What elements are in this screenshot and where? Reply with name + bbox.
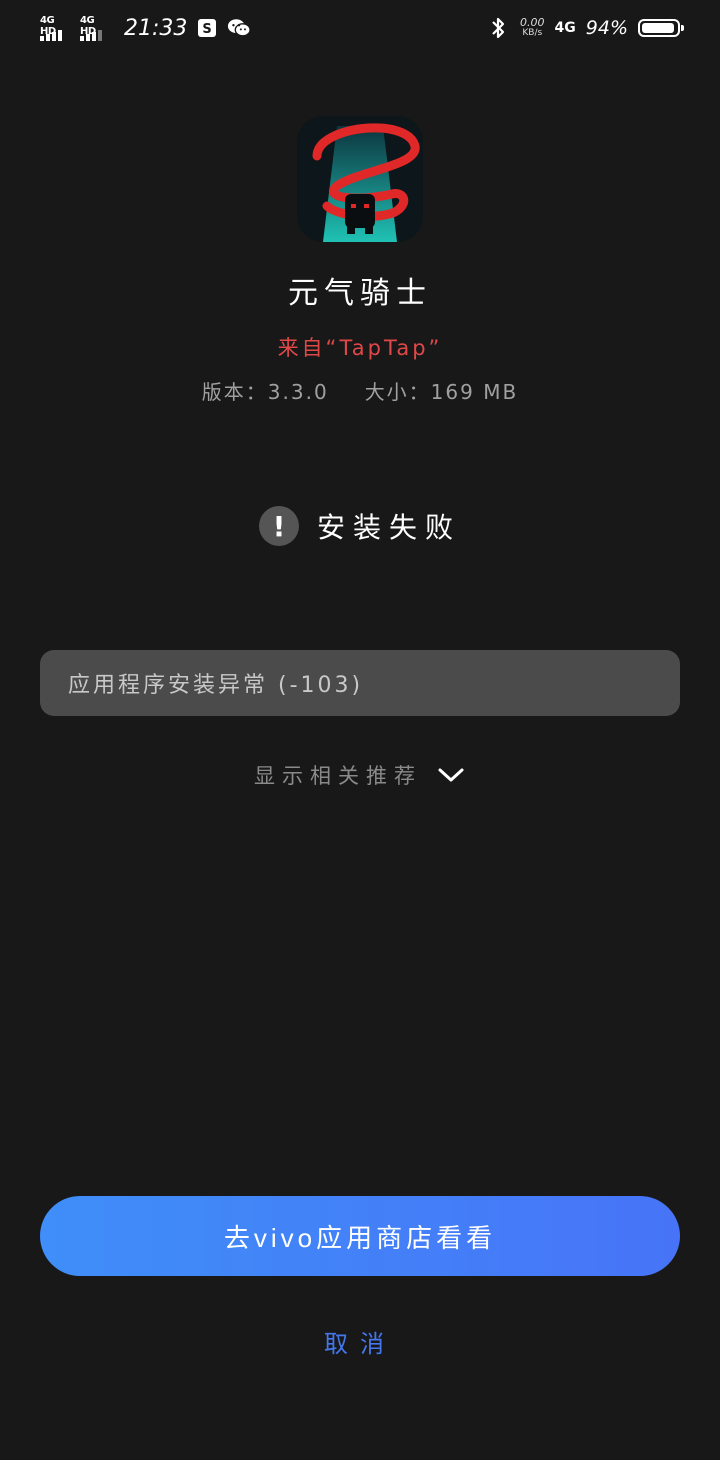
- show-recommendations-label: 显示相关推荐: [254, 764, 422, 788]
- app-size: 大小：169 MB: [364, 380, 519, 404]
- app-source: 来自“TapTap”: [277, 336, 443, 360]
- error-message: 应用程序安装异常 (-103): [68, 673, 364, 698]
- signal-icon: 4G HD: [80, 15, 112, 41]
- battery-percent: 94%: [585, 17, 628, 39]
- install-status: ! 安装失败: [0, 506, 720, 546]
- network-speed-value: 0.00: [520, 16, 545, 29]
- status-bar-right: 0.00 KB/s 4G 94%: [486, 12, 684, 44]
- network-speed-unit: KB/s: [522, 28, 543, 38]
- chevron-down-icon: [436, 760, 466, 790]
- network-speed: 0.00 KB/s: [520, 17, 545, 39]
- network-type: 4G: [554, 20, 576, 36]
- go-to-app-store-button[interactable]: 去vivo应用商店看看: [40, 1196, 680, 1276]
- status-bar-left: 4G HD 4G HD 21:33 S: [40, 12, 252, 44]
- bluetooth-icon: [486, 16, 510, 40]
- notification-app-icon: S: [195, 16, 219, 40]
- svg-text:S: S: [203, 22, 212, 37]
- exclamation-icon: !: [258, 506, 299, 546]
- status-bar: 4G HD 4G HD 21:33 S 0.00 KB/s 4G 94%: [0, 0, 720, 56]
- cancel-button[interactable]: 取消: [0, 1324, 720, 1359]
- battery-icon: [638, 19, 684, 37]
- app-name: 元气骑士: [288, 276, 432, 311]
- wechat-icon: [227, 16, 252, 40]
- app-meta: 版本：3.3.0 大小：169 MB: [0, 376, 720, 405]
- app-icon: [297, 116, 423, 242]
- signal-icon: 4G HD: [40, 15, 72, 41]
- install-status-text: 安装失败: [316, 511, 461, 544]
- show-recommendations-toggle[interactable]: 显示相关推荐: [0, 760, 720, 790]
- error-message-box: 应用程序安装异常 (-103): [40, 650, 680, 716]
- app-version: 版本：3.3.0: [201, 380, 329, 404]
- clock: 21:33: [124, 15, 188, 41]
